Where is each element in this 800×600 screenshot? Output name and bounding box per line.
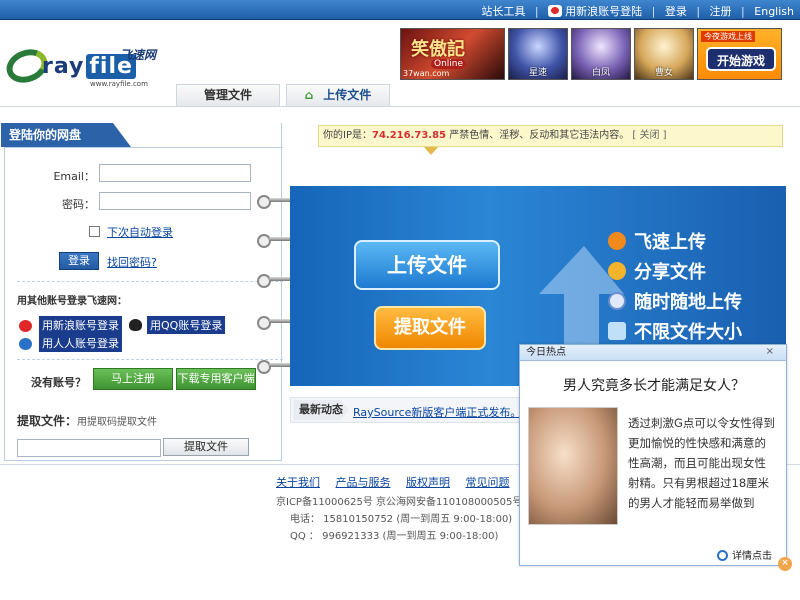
separator: | — [696, 5, 701, 18]
login-button[interactable]: 登录 — [59, 252, 99, 270]
banner-character-tile[interactable]: 曹女 — [634, 28, 694, 80]
share-people-icon — [608, 262, 626, 280]
notice-prefix: 你的IP是： — [323, 130, 372, 141]
popup-title[interactable]: 男人究竟多长才能满足女人？ — [520, 375, 788, 395]
divider — [5, 147, 283, 148]
magnifier-icon — [717, 550, 728, 561]
banner-character-tile[interactable]: 星速 — [508, 28, 568, 80]
notice-close-link[interactable]: [ 关闭 ] — [632, 130, 666, 141]
download-client-button[interactable]: 下载专用客户端 — [176, 368, 256, 390]
hero-upload-button[interactable]: 上传文件 — [354, 240, 500, 290]
login-panel-title: 登陆你的网盘 — [1, 123, 131, 147]
divider — [17, 281, 283, 282]
banner-character-tile[interactable]: 白凤 — [571, 28, 631, 80]
feature-item: 不限文件大小 — [608, 318, 788, 344]
register-button[interactable]: 马上注册 — [93, 368, 173, 390]
qq-login-button[interactable]: 用QQ账号登录 — [147, 316, 226, 334]
banner-game-tile[interactable]: 笑傲記 Online 37wan.com — [400, 28, 505, 80]
webmaster-tools-link[interactable]: 站长工具 — [481, 5, 525, 18]
popup-header: 今日热点 — [520, 345, 786, 361]
divider — [17, 359, 283, 360]
no-account-label: 没有账号？ — [31, 376, 86, 389]
banner-play-tile[interactable]: 今夜游戏上线 开始游戏 — [697, 28, 782, 80]
footer-link-copyright[interactable]: 版权声明 — [406, 476, 450, 489]
weibo-icon — [19, 320, 32, 332]
tab-upload-files[interactable]: ⌂ 上传文件 — [286, 84, 390, 106]
tab-manage-files[interactable]: 管理文件 — [176, 84, 280, 106]
banner-character-caption: 曹女 — [654, 68, 673, 78]
footer-qq: QQ ： 996921333 (周一到周五 9:00-18:00) — [290, 531, 499, 542]
popup-image[interactable] — [528, 407, 618, 525]
english-link[interactable]: English — [754, 5, 794, 18]
page: 站长工具 | 用新浪账号登陆 | 登录 | 注册 | English ray fi… — [0, 0, 800, 600]
banner-game-tag: Online — [431, 59, 467, 69]
news-link[interactable]: RaySource新版客户端正式发布。详情 — [353, 404, 543, 420]
popup-body[interactable]: 透过刺激G点可以令女性得到更加愉悦的性快感和满意的性高潮，而且可能出现女性射精。… — [628, 413, 776, 513]
banner-game-site: 37wan.com — [403, 69, 450, 78]
separator: | — [651, 5, 656, 18]
email-field[interactable] — [99, 164, 251, 182]
footer-link-about[interactable]: 关于我们 — [276, 476, 320, 489]
site-logo[interactable]: ray file 飞速网 www.rayfile.com — [1, 43, 164, 89]
main-tabs: 管理文件 ⌂ 上传文件 — [176, 84, 390, 106]
renren-icon — [19, 338, 32, 350]
login-panel: 登陆你的网盘 Email： 密码： 下次自动登录 登录 找回密码? 用其他账号登… — [1, 123, 283, 461]
weibo-icon — [548, 5, 563, 17]
feature-item: 分享文件 — [608, 258, 788, 284]
remember-label[interactable]: 下次自动登录 — [107, 224, 173, 240]
upload-arrow-icon — [608, 232, 626, 250]
forgot-password-link[interactable]: 找回密码? — [107, 254, 157, 270]
footer-link-faq[interactable]: 常见问题 — [466, 476, 510, 489]
qq-icon — [129, 319, 142, 331]
password-field[interactable] — [99, 192, 251, 210]
footer-phone: 电话： 15810150752 (周一到周五 9:00-18:00) — [290, 514, 513, 525]
ip-notice-bar: 你的IP是：74.216.73.85 严禁色情、淫秽、反动和其它违法内容。 [ … — [318, 125, 783, 147]
notice-text: 严禁色情、淫秽、反动和其它违法内容。 — [449, 130, 630, 141]
ip-address: 74.216.73.85 — [371, 130, 447, 141]
popup-corner-close-icon[interactable]: × — [778, 557, 792, 571]
banner-character-caption: 白凤 — [591, 68, 610, 78]
popup-more-link[interactable]: 详情点击 — [717, 547, 772, 562]
feature-item: 飞速上传 — [608, 228, 788, 254]
footer-link-products[interactable]: 产品与服务 — [336, 476, 391, 489]
email-label: Email： — [53, 170, 95, 183]
separator: | — [741, 5, 745, 18]
tab-upload-label: 上传文件 — [323, 88, 372, 102]
globe-icon — [608, 292, 626, 310]
register-link[interactable]: 注册 — [710, 5, 732, 18]
game-banner[interactable]: 笑傲記 Online 37wan.com 星速 白凤 曹女 今夜游戏上线 开始游… — [400, 28, 783, 80]
top-links: 站长工具 | 用新浪账号登陆 | 登录 | 注册 | English — [481, 3, 794, 19]
banner-game-title: 笑傲記 — [411, 39, 465, 60]
password-label: 密码： — [62, 198, 95, 211]
logo-url: www.rayfile.com — [90, 80, 148, 88]
weibo-login-link[interactable]: 用新浪账号登陆 — [565, 5, 642, 18]
extract-title: 提取文件：用提取码提取文件 — [17, 414, 158, 428]
extract-code-input[interactable] — [17, 439, 161, 457]
hero-fetch-button[interactable]: 提取文件 — [374, 306, 486, 350]
news-strip: 最新动态 RaySource新版客户端正式发布。详情 — [290, 397, 543, 423]
logo-cn-name: 飞速网 — [120, 48, 157, 62]
feature-item: 随时随地上传 — [608, 288, 788, 314]
tab-divider — [0, 106, 800, 107]
other-login-title: 用其他账号登录飞速网： — [17, 296, 127, 307]
banner-hot-label: 今夜游戏上线 — [701, 31, 755, 42]
extract-file-button[interactable]: 提取文件 — [163, 438, 249, 456]
login-link[interactable]: 登录 — [665, 5, 687, 18]
file-stack-icon — [608, 322, 626, 340]
separator: | — [534, 5, 539, 18]
news-tag: 最新动态 — [293, 400, 349, 420]
top-bar: 站长工具 | 用新浪账号登陆 | 登录 | 注册 | English — [0, 0, 800, 20]
weibo-login-button[interactable]: 用新浪账号登录 — [39, 316, 122, 334]
renren-login-button[interactable]: 用人人账号登录 — [39, 334, 122, 352]
notice-pointer — [424, 147, 438, 155]
remember-checkbox[interactable] — [89, 226, 100, 237]
hot-news-popup: 今日热点 × 男人究竟多长才能满足女人？ 透过刺激G点可以令女性得到更加愉悦的性… — [519, 344, 792, 571]
start-game-button[interactable]: 开始游戏 — [706, 47, 776, 71]
footer-icp: 京ICP备11000625号 京公海网安备110108000505号 — [276, 497, 523, 508]
popup-close-button[interactable]: × — [766, 346, 774, 357]
banner-character-caption: 星速 — [528, 68, 547, 78]
home-icon: ⌂ — [304, 88, 314, 102]
footer-links: 关于我们 产品与服务 版权声明 常见问题 广告 — [276, 474, 559, 490]
